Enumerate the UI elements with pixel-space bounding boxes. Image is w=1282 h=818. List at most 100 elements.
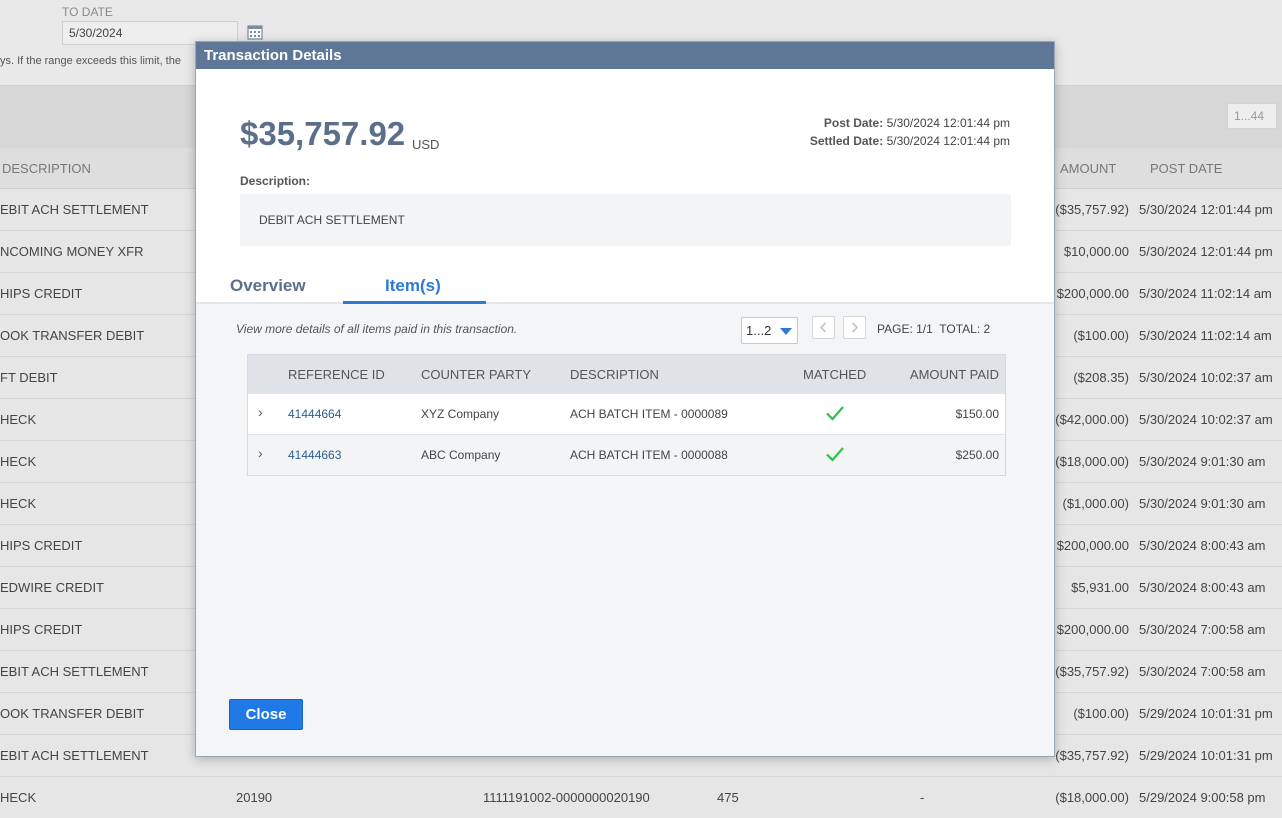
row-post-date: 5/30/2024 10:02:37 am — [1139, 412, 1273, 427]
header-description[interactable]: DESCRIPTION — [570, 367, 659, 382]
row-description: HIPS CREDIT — [0, 286, 83, 301]
date-range-note: ys. If the range exceeds this limit, the — [0, 55, 181, 67]
reference-id-link[interactable]: 41444663 — [288, 448, 341, 462]
row-amount: ($208.35) — [1073, 370, 1129, 385]
transaction-amount: $35,757.92 — [240, 115, 406, 152]
row-description: NCOMING MONEY XFR — [0, 244, 144, 259]
row-post-date: 5/29/2024 10:01:31 pm — [1139, 748, 1273, 763]
header-counter-party[interactable]: COUNTER PARTY — [421, 367, 531, 382]
header-reference-id[interactable]: REFERENCE ID — [288, 367, 385, 382]
row-description: FT DEBIT — [0, 370, 58, 385]
row-post-date: 5/30/2024 8:00:43 am — [1139, 538, 1266, 553]
check-icon — [826, 447, 844, 462]
transaction-dates: Post Date: 5/30/2024 12:01:44 pm Settled… — [810, 114, 1010, 150]
row-amount: ($18,000.00) — [1055, 454, 1129, 469]
tab-overview[interactable]: Overview — [230, 276, 306, 296]
amount-paid: $150.00 — [955, 407, 999, 421]
row-amount: $5,931.00 — [1071, 580, 1129, 595]
row-description: OOK TRANSFER DEBIT — [0, 706, 145, 721]
chevron-left-icon — [819, 322, 827, 333]
check-icon — [826, 406, 844, 421]
row-reference: 20190 — [236, 790, 273, 805]
chevron-right-icon — [851, 322, 859, 333]
expand-chevron-icon[interactable]: › — [258, 445, 263, 461]
row-post-date: 5/30/2024 7:00:58 am — [1139, 622, 1266, 637]
currency-code: USD — [412, 137, 440, 152]
expand-chevron-icon[interactable]: › — [258, 404, 263, 420]
table-row[interactable]: HECK ($18,000.00) 5/29/2024 9:00:58 pm 2019… — [0, 777, 1282, 818]
counter-party: ABC Company — [421, 448, 501, 462]
row-amount: ($35,757.92) — [1055, 664, 1129, 679]
counter-party: XYZ Company — [421, 407, 500, 421]
row-post-date: 5/29/2024 10:01:31 pm — [1139, 706, 1273, 721]
next-page-button[interactable] — [843, 316, 866, 339]
tab-items[interactable]: Item(s) — [385, 276, 441, 296]
settled-date-label: Settled Date: — [809, 134, 884, 148]
row-description: EBIT ACH SETTLEMENT — [0, 748, 149, 763]
column-header-description[interactable]: DESCRIPTION — [2, 161, 91, 176]
row-amount: ($100.00) — [1073, 706, 1129, 721]
table-row[interactable]: › 41444663 ABC Company ACH BATCH ITEM - … — [248, 434, 1005, 475]
row-post-date: 5/30/2024 9:01:30 am — [1139, 496, 1266, 511]
row-description: HECK — [0, 412, 37, 427]
row-amount: ($100.00) — [1073, 328, 1129, 343]
row-description: EBIT ACH SETTLEMENT — [0, 202, 149, 217]
items-table-header: REFERENCE ID COUNTER PARTY DESCRIPTION M… — [248, 355, 1005, 393]
calendar-icon[interactable] — [247, 24, 263, 40]
table-row[interactable]: › 41444664 XYZ Company ACH BATCH ITEM - … — [248, 393, 1005, 434]
post-date-value: 5/30/2024 12:01:44 pm — [886, 116, 1010, 130]
description-label: Description: — [240, 174, 311, 188]
transaction-details-dialog: Transaction Details $35,757.92 USD Post … — [195, 41, 1055, 757]
row-description: EBIT ACH SETTLEMENT — [0, 664, 149, 679]
page-size-select[interactable]: 1...2 — [741, 317, 798, 344]
row-amount: ($18,000.00) — [1055, 790, 1129, 805]
row-post-date: 5/29/2024 9:00:58 pm — [1139, 790, 1266, 805]
header-amount-paid[interactable]: AMOUNT PAID — [910, 367, 999, 382]
row-description: EDWIRE CREDIT — [0, 580, 104, 595]
page-info: PAGE: 1/1 TOTAL: 2 — [877, 322, 991, 336]
row-description: HIPS CREDIT — [0, 622, 83, 637]
row-empty-value: - — [920, 790, 925, 805]
amount-paid: $250.00 — [955, 448, 999, 462]
close-button[interactable]: Close — [229, 699, 303, 730]
row-description: OOK TRANSFER DEBIT — [0, 328, 145, 343]
row-post-date: 5/30/2024 7:00:58 am — [1139, 664, 1266, 679]
row-description: HECK — [0, 790, 37, 805]
items-table: REFERENCE ID COUNTER PARTY DESCRIPTION M… — [247, 354, 1006, 476]
row-account: 1111191002-0000000020190 — [483, 790, 650, 805]
item-description: ACH BATCH ITEM - 0000089 — [570, 407, 728, 421]
previous-page-button[interactable] — [812, 316, 835, 339]
row-post-date: 5/30/2024 11:02:14 am — [1139, 286, 1272, 301]
item-description: ACH BATCH ITEM - 0000088 — [570, 448, 728, 462]
page-range-select[interactable]: 1...44 — [1227, 103, 1277, 129]
to-date-label: TO DATE — [62, 5, 113, 19]
row-amount: $200,000.00 — [1056, 622, 1129, 637]
column-header-amount[interactable]: AMOUNT — [1060, 161, 1116, 176]
row-post-date: 5/30/2024 12:01:44 pm — [1139, 244, 1273, 259]
row-post-date: 5/30/2024 9:01:30 am — [1139, 454, 1266, 469]
description-value: DEBIT ACH SETTLEMENT — [240, 194, 1011, 246]
row-amount: $200,000.00 — [1056, 538, 1129, 553]
row-amount: ($1,000.00) — [1062, 496, 1130, 511]
row-description: HECK — [0, 454, 37, 469]
post-date-label: Post Date: — [823, 116, 884, 130]
dialog-tabs: Overview Item(s) — [196, 269, 1054, 304]
row-post-date: 5/30/2024 12:01:44 pm — [1139, 202, 1273, 217]
row-amount: ($35,757.92) — [1055, 202, 1129, 217]
row-number: 475 — [717, 790, 739, 805]
row-description: HIPS CREDIT — [0, 538, 83, 553]
row-amount: $10,000.00 — [1063, 244, 1129, 259]
row-description: HECK — [0, 496, 37, 511]
row-post-date: 5/30/2024 10:02:37 am — [1139, 370, 1273, 385]
header-matched[interactable]: MATCHED — [803, 367, 866, 382]
row-post-date: 5/30/2024 11:02:14 am — [1139, 328, 1272, 343]
active-tab-indicator — [343, 301, 486, 304]
caret-down-icon — [780, 328, 792, 335]
row-amount: $200,000.00 — [1056, 286, 1129, 301]
settled-date-value: 5/30/2024 12:01:44 pm — [886, 134, 1010, 148]
page-size-value: 1...2 — [746, 323, 772, 338]
reference-id-link[interactable]: 41444664 — [288, 407, 341, 421]
row-post-date: 5/30/2024 8:00:43 am — [1139, 580, 1266, 595]
row-amount: ($42,000.00) — [1055, 412, 1129, 427]
column-header-post-date[interactable]: POST DATE — [1150, 161, 1222, 176]
